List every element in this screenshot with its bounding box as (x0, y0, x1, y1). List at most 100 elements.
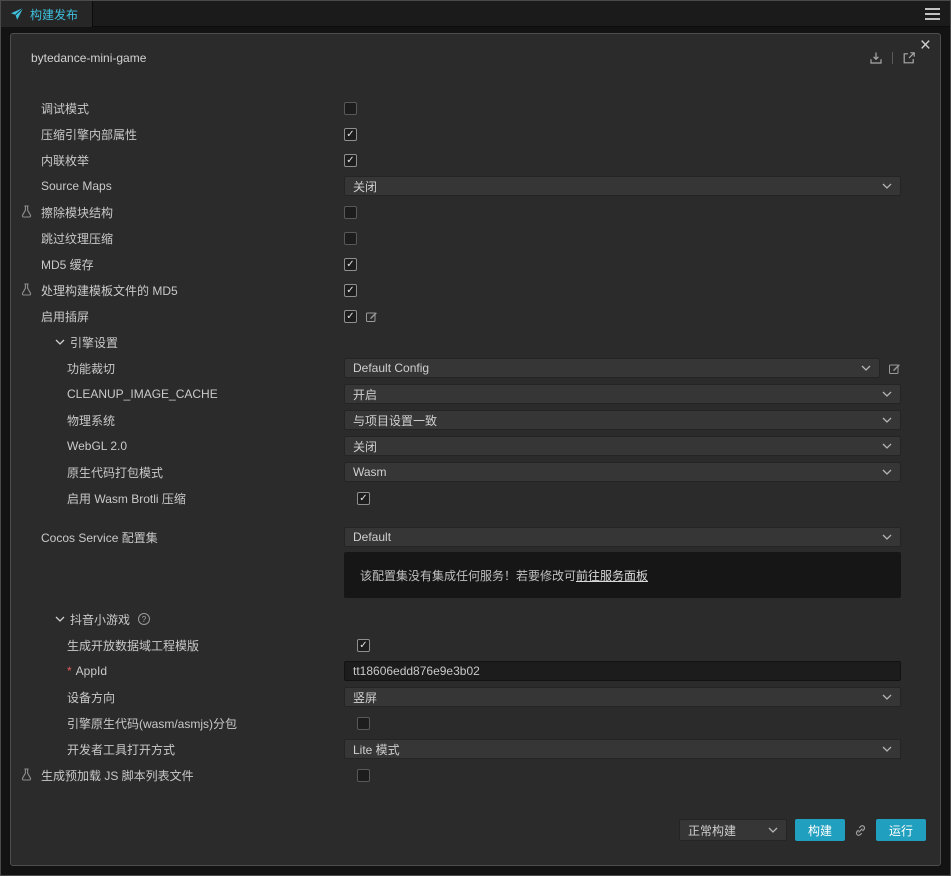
webgl2-select[interactable]: 关闭 (344, 436, 901, 456)
preload-js-list-checkbox[interactable]: ✓ (357, 768, 370, 782)
md5-build-template-checkbox[interactable]: ✓ (344, 283, 357, 297)
cleanup-image-cache-select[interactable]: 开启 (344, 384, 901, 404)
chevron-down-icon (861, 365, 871, 371)
tab-label: 构建发布 (30, 7, 79, 22)
source-maps-select[interactable]: 关闭 (344, 176, 901, 196)
select-value: 正常构建 (687, 823, 736, 838)
douyin-section-toggle[interactable]: 抖音小游戏? (41, 611, 344, 628)
row-wasm-brotli: 启用 Wasm Brotli 压缩 ✓ (41, 485, 901, 511)
device-orientation-select[interactable]: 竖屏 (344, 687, 901, 707)
titlebar: 构建发布 (1, 1, 950, 27)
check-icon: ✓ (346, 310, 355, 322)
field-label: 引擎原生代码(wasm/asmjs)分包 (67, 716, 237, 731)
select-value: Default Config (353, 361, 430, 375)
export-build-config-icon[interactable] (902, 51, 916, 65)
row-inline-enum: 内联枚举 ✓ (41, 147, 901, 173)
field-label: 生成开放数据域工程模版 (67, 638, 200, 653)
physics-system-select[interactable]: 与项目设置一致 (344, 410, 901, 430)
select-value: 关闭 (353, 439, 378, 454)
field-label: AppId (75, 664, 108, 678)
feature-cropping-select[interactable]: Default Config (344, 358, 880, 378)
field-label: Source Maps (41, 179, 112, 193)
row-debug-mode: 调试模式 ✓ (41, 95, 901, 121)
compress-engine-props-checkbox[interactable]: ✓ (344, 127, 357, 141)
row-feature-cropping: 功能裁切 Default Config (41, 355, 901, 381)
field-label: 调试模式 (41, 101, 90, 116)
field-label: 生成预加载 JS 脚本列表文件 (41, 768, 194, 783)
footer-bar: 正常构建 构建 运行 (678, 819, 926, 841)
service-notice: 该配置集没有集成任何服务！若要修改可 前往服务面板 (344, 552, 901, 598)
field-label: 擦除模块结构 (41, 205, 114, 220)
experimental-flask-icon (20, 767, 33, 781)
row-engine-settings-section: 引擎设置 (41, 329, 901, 355)
cocos-service-select[interactable]: Default (344, 527, 901, 547)
chevron-down-icon (882, 746, 892, 752)
notice-text: 该配置集没有集成任何服务！若要修改可 (360, 568, 577, 583)
row-preload-js-list: 生成预加载 JS 脚本列表文件 ✓ (21, 762, 901, 788)
select-value: Wasm (353, 465, 387, 479)
build-mode-select[interactable]: 正常构建 (678, 819, 787, 841)
field-label: 跳过纹理压缩 (41, 231, 114, 246)
chevron-down-icon (882, 417, 892, 423)
field-label: CLEANUP_IMAGE_CACHE (67, 387, 218, 401)
header-separator (892, 52, 893, 64)
chevron-down-icon (882, 694, 892, 700)
field-label: 压缩引擎内部属性 (41, 127, 138, 142)
row-open-data-template: 生成开放数据域工程模版 ✓ (41, 632, 901, 658)
open-data-template-checkbox[interactable]: ✓ (357, 638, 370, 652)
chevron-down-icon (882, 469, 892, 475)
debug-mode-checkbox[interactable]: ✓ (344, 101, 357, 115)
check-icon: ✓ (346, 128, 355, 140)
inline-enum-checkbox[interactable]: ✓ (344, 153, 357, 167)
row-cocos-service: Cocos Service 配置集 Default (41, 524, 901, 550)
field-label: MD5 缓存 (41, 257, 94, 272)
select-value: Default (353, 530, 392, 544)
md5-cache-checkbox[interactable]: ✓ (344, 257, 357, 271)
select-value: 开启 (353, 387, 378, 402)
edit-splash-icon[interactable] (365, 310, 378, 323)
field-label: 内联枚举 (41, 153, 90, 168)
task-title: bytedance-mini-game (31, 51, 147, 65)
experimental-flask-icon (20, 282, 33, 296)
close-icon[interactable]: × (920, 36, 931, 56)
select-value: 关闭 (353, 179, 378, 194)
row-device-orientation: 设备方向 竖屏 (41, 684, 901, 710)
required-mark: * (67, 664, 72, 678)
field-label: 启用插屏 (41, 309, 90, 324)
native-code-subpackage-checkbox[interactable]: ✓ (357, 716, 370, 730)
build-rocket-icon (11, 7, 24, 20)
tab-build-publish[interactable]: 构建发布 (1, 1, 94, 27)
engine-settings-toggle[interactable]: 引擎设置 (41, 334, 344, 351)
field-label: 原生代码打包模式 (67, 465, 164, 480)
erase-module-structure-checkbox[interactable]: ✓ (344, 205, 357, 219)
native-code-bundle-mode-select[interactable]: Wasm (344, 462, 901, 482)
link-icon[interactable] (853, 823, 868, 838)
import-build-config-icon[interactable] (869, 51, 883, 65)
build-options-form: 调试模式 ✓ 压缩引擎内部属性 ✓ 内联枚举 ✓ Source Maps 关闭 (11, 95, 940, 788)
row-native-code-subpackage: 引擎原生代码(wasm/asmjs)分包 ✓ (41, 710, 901, 736)
skip-texture-compression-checkbox[interactable]: ✓ (344, 231, 357, 245)
field-label: 开发者工具打开方式 (67, 742, 176, 757)
row-webgl2: WebGL 2.0 关闭 (41, 433, 901, 459)
wasm-brotli-checkbox[interactable]: ✓ (357, 491, 370, 505)
build-button[interactable]: 构建 (794, 819, 845, 841)
row-compress-engine-props: 压缩引擎内部属性 ✓ (41, 121, 901, 147)
app-window: { "topbar": { "tab_label": "构建发布" }, "di… (0, 0, 951, 876)
menu-icon[interactable] (925, 8, 940, 20)
edit-feature-cropping-icon[interactable] (888, 362, 901, 375)
section-label: 抖音小游戏 (70, 612, 131, 627)
help-icon[interactable]: ? (138, 613, 151, 625)
app-id-input[interactable] (344, 661, 901, 681)
run-button[interactable]: 运行 (875, 819, 926, 841)
devtools-open-mode-select[interactable]: Lite 模式 (344, 739, 901, 759)
field-label: WebGL 2.0 (67, 439, 128, 453)
field-label: 功能裁切 (67, 361, 116, 376)
service-panel-link[interactable]: 前往服务面板 (576, 567, 648, 584)
row-douyin-section: 抖音小游戏? (41, 606, 901, 632)
experimental-flask-icon (20, 204, 33, 218)
row-source-maps: Source Maps 关闭 (41, 173, 901, 199)
build-dialog: × bytedance-mini-game 调试模式 ✓ 压缩引擎内部属性 (10, 33, 941, 866)
splash-screen-checkbox[interactable]: ✓ (344, 309, 357, 323)
select-value: 竖屏 (353, 690, 378, 705)
section-label: 引擎设置 (70, 335, 119, 350)
